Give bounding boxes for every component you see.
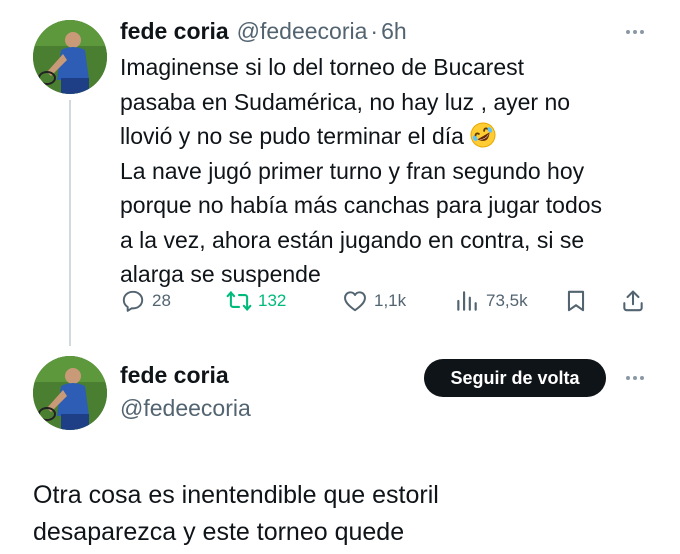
reply-button[interactable]: 28 bbox=[120, 285, 171, 317]
display-name[interactable]: fede coria bbox=[120, 362, 229, 389]
bookmark-icon bbox=[567, 290, 585, 312]
reply-count: 28 bbox=[152, 291, 171, 310]
more-dots-icon[interactable] bbox=[620, 368, 650, 388]
tweet-line: porque no había más canchas para jugar t… bbox=[120, 192, 603, 218]
retweet-icon bbox=[226, 291, 252, 311]
more-dots-icon[interactable] bbox=[620, 22, 650, 42]
tweet-header: fede coria @fedeecoria · 6h bbox=[120, 16, 407, 46]
thread-line bbox=[69, 100, 71, 346]
tweet-text: Otra cosa es inentendible que estoril de… bbox=[33, 477, 653, 551]
avatar-image bbox=[33, 356, 107, 430]
tweet-line: desaparezca y este torneo quede bbox=[33, 518, 405, 546]
tweet-text: Imaginense si lo del torneo de Bucarest … bbox=[120, 50, 665, 292]
tweet-line: Imaginense si lo del torneo de Bucarest bbox=[120, 54, 525, 80]
display-name[interactable]: fede coria bbox=[120, 18, 229, 45]
retweet-count: 132 bbox=[258, 291, 287, 310]
like-button[interactable]: 1,1k bbox=[342, 285, 406, 317]
follow-back-button[interactable]: Seguir de volta bbox=[424, 359, 606, 397]
rolling-on-floor-laughing-emoji bbox=[470, 122, 496, 148]
share-button[interactable] bbox=[620, 285, 646, 317]
handle[interactable]: @fedeecoria bbox=[237, 18, 368, 45]
views-chart-icon bbox=[457, 291, 477, 311]
bookmark-button[interactable] bbox=[563, 285, 589, 317]
avatar[interactable] bbox=[33, 356, 107, 430]
tweet-line: Otra cosa es inentendible que estoril bbox=[33, 481, 439, 509]
tweet-line: La nave jugó primer turno y fran segundo… bbox=[120, 157, 585, 184]
views-button[interactable]: 73,5k bbox=[454, 285, 528, 317]
heart-icon bbox=[344, 291, 366, 312]
share-icon bbox=[623, 290, 643, 312]
reply-icon bbox=[122, 290, 144, 312]
timestamp[interactable]: 6h bbox=[381, 18, 407, 45]
tweet-line: llovió y no se pudo terminar el día bbox=[120, 119, 665, 154]
avatar[interactable] bbox=[33, 20, 107, 94]
tweet-line-text: llovió y no se pudo terminar el día bbox=[120, 123, 464, 149]
handle[interactable]: @fedeecoria bbox=[120, 395, 251, 422]
tweet-line: pasaba en Sudamérica, no hay luz , ayer … bbox=[120, 88, 571, 115]
views-count: 73,5k bbox=[486, 291, 528, 310]
tweet-actions: 28 132 1,1k 73,5k bbox=[120, 285, 655, 317]
retweet-button[interactable]: 132 bbox=[226, 285, 286, 317]
separator-dot: · bbox=[370, 17, 379, 44]
avatar-image bbox=[33, 20, 107, 94]
tweet-line: a la vez, ahora están jugando en contra,… bbox=[120, 226, 585, 253]
like-count: 1,1k bbox=[374, 291, 407, 310]
